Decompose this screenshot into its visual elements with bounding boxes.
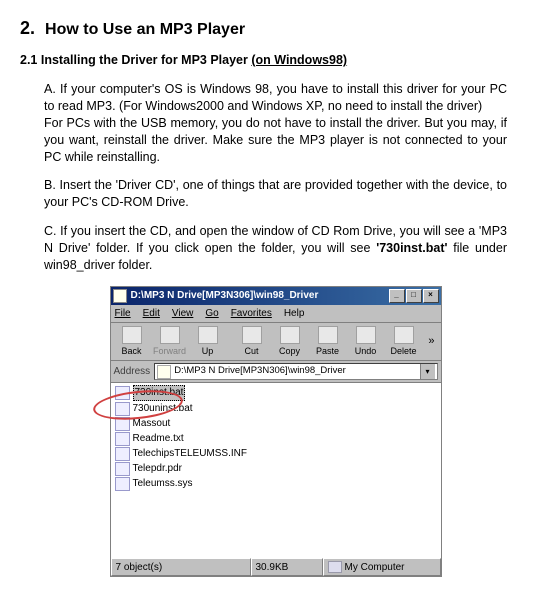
explorer-window: D:\MP3 N Drive[MP3N306]\win98_Driver _ □… bbox=[110, 286, 442, 578]
toolbar-overflow[interactable]: » bbox=[423, 334, 437, 349]
address-field[interactable]: D:\MP3 N Drive[MP3N306]\win98_Driver ▾ bbox=[154, 363, 437, 380]
file-list[interactable]: 730inst.bat 730uninst.bat Massout Readme… bbox=[111, 383, 441, 557]
subheading-paren: (on Windows98) bbox=[251, 53, 347, 67]
paragraph-b: B. Insert the 'Driver CD', one of things… bbox=[44, 177, 507, 211]
computer-icon bbox=[328, 561, 342, 573]
address-value: D:\MP3 N Drive[MP3N306]\win98_Driver bbox=[174, 365, 419, 378]
folder-icon bbox=[157, 365, 171, 379]
heading-title: How to Use an MP3 Player bbox=[45, 21, 245, 39]
maximize-button[interactable]: □ bbox=[406, 289, 422, 303]
file-icon bbox=[115, 402, 130, 416]
copy-icon bbox=[280, 326, 300, 344]
titlebar: D:\MP3 N Drive[MP3N306]\win98_Driver _ □… bbox=[111, 287, 441, 305]
menu-file[interactable]: File bbox=[115, 307, 131, 321]
menu-go[interactable]: Go bbox=[205, 307, 218, 321]
back-icon bbox=[122, 326, 142, 344]
list-item[interactable]: 730uninst.bat bbox=[115, 402, 437, 416]
list-item[interactable]: Telepdr.pdr bbox=[115, 462, 437, 476]
status-location: My Computer bbox=[323, 558, 441, 576]
address-dropdown[interactable]: ▾ bbox=[420, 364, 435, 379]
body-content: A. If your computer's OS is Windows 98, … bbox=[44, 81, 507, 577]
paste-icon bbox=[318, 326, 338, 344]
file-icon bbox=[115, 386, 130, 400]
paragraph-a1: A. If your computer's OS is Windows 98, … bbox=[44, 81, 507, 115]
menu-help[interactable]: Help bbox=[284, 307, 305, 321]
menu-edit[interactable]: Edit bbox=[143, 307, 160, 321]
forward-icon bbox=[160, 326, 180, 344]
close-button[interactable]: × bbox=[423, 289, 439, 303]
menu-view[interactable]: View bbox=[172, 307, 194, 321]
file-icon bbox=[115, 447, 130, 461]
undo-button[interactable]: Undo bbox=[347, 325, 385, 358]
heading-number: 2. bbox=[20, 18, 35, 39]
menubar: File Edit View Go Favorites Help bbox=[111, 305, 441, 324]
list-item[interactable]: 730inst.bat bbox=[115, 385, 437, 401]
paragraph-c-bold: '730inst.bat' bbox=[376, 241, 447, 255]
status-objects: 7 object(s) bbox=[111, 558, 251, 576]
forward-button[interactable]: Forward bbox=[151, 325, 189, 358]
file-icon bbox=[115, 432, 130, 446]
back-button[interactable]: Back bbox=[113, 325, 151, 358]
list-item[interactable]: TelechipsTELEUMSS.INF bbox=[115, 447, 437, 461]
paragraph-a2: For PCs with the USB memory, you do not … bbox=[44, 115, 507, 166]
up-button[interactable]: Up bbox=[189, 325, 227, 358]
window-controls: _ □ × bbox=[388, 289, 439, 303]
address-bar: Address D:\MP3 N Drive[MP3N306]\win98_Dr… bbox=[111, 361, 441, 383]
address-label: Address bbox=[114, 365, 151, 379]
subheading-text: 2.1 Installing the Driver for MP3 Player bbox=[20, 53, 251, 67]
file-icon bbox=[115, 477, 130, 491]
menu-favorites[interactable]: Favorites bbox=[231, 307, 272, 321]
list-item[interactable]: Massout bbox=[115, 417, 437, 431]
folder-icon bbox=[113, 289, 127, 303]
delete-button[interactable]: Delete bbox=[385, 325, 423, 358]
cut-button[interactable]: Cut bbox=[233, 325, 271, 358]
toolbar: Back Forward Up Cut Copy Paste Undo Dele… bbox=[111, 323, 441, 361]
undo-icon bbox=[356, 326, 376, 344]
status-bar: 7 object(s) 30.9KB My Computer bbox=[111, 557, 441, 576]
subheading: 2.1 Installing the Driver for MP3 Player… bbox=[20, 53, 513, 67]
list-item[interactable]: Readme.txt bbox=[115, 432, 437, 446]
copy-button[interactable]: Copy bbox=[271, 325, 309, 358]
list-item[interactable]: Teleumss.sys bbox=[115, 477, 437, 491]
section-heading: 2. How to Use an MP3 Player bbox=[20, 18, 513, 39]
up-icon bbox=[198, 326, 218, 344]
cut-icon bbox=[242, 326, 262, 344]
status-size: 30.9KB bbox=[251, 558, 323, 576]
file-icon bbox=[115, 462, 130, 476]
file-icon bbox=[115, 417, 130, 431]
minimize-button[interactable]: _ bbox=[389, 289, 405, 303]
delete-icon bbox=[394, 326, 414, 344]
paste-button[interactable]: Paste bbox=[309, 325, 347, 358]
paragraph-c: C. If you insert the CD, and open the wi… bbox=[44, 223, 507, 274]
window-title: D:\MP3 N Drive[MP3N306]\win98_Driver bbox=[131, 289, 388, 303]
